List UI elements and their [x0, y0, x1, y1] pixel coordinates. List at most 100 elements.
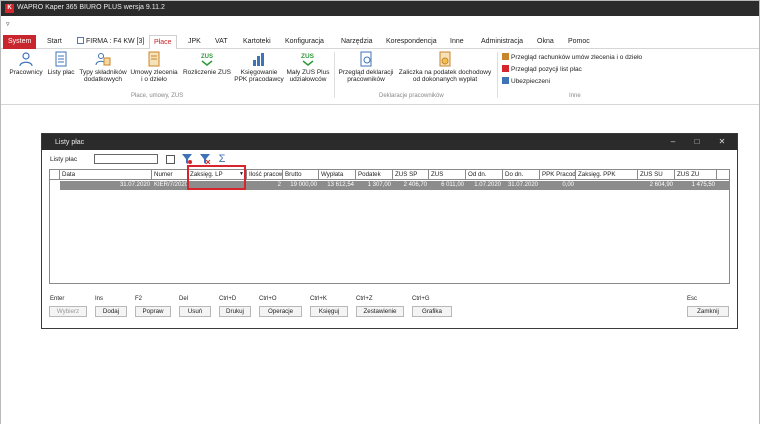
- col-header-zaksieg-ppk[interactable]: Zaksięg. PPK: [576, 170, 638, 180]
- menu-narzedzia[interactable]: Narzędzia: [341, 35, 373, 49]
- col-header-indicator: [50, 170, 60, 180]
- menu-firma[interactable]: FIRMA : F4 KW [3]: [77, 35, 144, 49]
- menu-konfiguracja[interactable]: Konfiguracja: [285, 35, 324, 49]
- menu-start[interactable]: Start: [47, 35, 62, 49]
- col-header-data[interactable]: Data: [60, 170, 152, 180]
- cell-ppk-pracodawcy: 0,00: [562, 182, 574, 188]
- typy-skladnikow-button[interactable]: Typy składników dodatkowych: [77, 51, 129, 83]
- menu-place[interactable]: Płace: [149, 35, 177, 50]
- col-header-zus[interactable]: ZUS: [429, 170, 466, 180]
- col-header-zus-sp[interactable]: ZUS SP: [393, 170, 429, 180]
- payroll-list-icon: [53, 51, 69, 67]
- umowy-zlecenia-button[interactable]: Umowy zlecenia i o dzieło: [129, 51, 179, 83]
- cell-data: 31.07.2020: [119, 182, 150, 188]
- menu-korespondencja[interactable]: Korespondencja: [386, 35, 437, 49]
- shortcut-ctrl-z: Ctrl+Z: [356, 296, 373, 302]
- column-highlight-frame: [187, 165, 246, 190]
- zus-settlement-icon: ZUS: [199, 51, 215, 67]
- listy-plac-button[interactable]: Listy płac: [45, 51, 77, 76]
- menu-inne[interactable]: Inne: [450, 35, 464, 49]
- maly-zus-plus-label2: udziałowców: [289, 76, 327, 83]
- group-label-place: Płace, umowy, ZUS: [131, 93, 184, 99]
- col-header-zus-zu[interactable]: ZUS ZU: [675, 170, 717, 180]
- menu-jpk[interactable]: JPK: [188, 35, 201, 49]
- maly-zus-plus-button[interactable]: ZUS Mały ZUS Plus udziałowców: [285, 51, 331, 83]
- ppk-booking-icon: [251, 51, 267, 67]
- shortcut-ctrl-k: Ctrl+K: [310, 296, 327, 302]
- quick-access-toolbar: ▿: [1, 16, 759, 34]
- col-header-ppk-pracodawcy[interactable]: PPK Pracodawcy: [540, 170, 576, 180]
- menu-okna[interactable]: Okna: [537, 35, 554, 49]
- zaliczka-podatek-button[interactable]: Zaliczka na podatek dochodowy od dokonan…: [395, 51, 495, 83]
- quick-access-dropdown-icon[interactable]: ▿: [6, 20, 10, 28]
- umowy-zlecenia-label2: i o dzieło: [141, 76, 167, 83]
- menu-system[interactable]: System: [3, 35, 37, 49]
- filter-label: Listy płac: [50, 156, 78, 163]
- listy-plac-dialog: Listy płac – □ ✕ Listy płac Σ Data Numer…: [41, 133, 738, 329]
- ribbon-separator: [334, 52, 335, 98]
- col-header-ilosc[interactable]: Ilość pracow: [247, 170, 283, 180]
- maximize-icon[interactable]: □: [690, 136, 704, 148]
- popraw-button[interactable]: Popraw: [135, 306, 171, 317]
- col-header-od-dn[interactable]: Od dn.: [466, 170, 503, 180]
- ksiegowanie-ppk-button[interactable]: Księgowanie PPK pracodawcy: [233, 51, 285, 83]
- pracownicy-button[interactable]: Pracownicy: [7, 51, 45, 76]
- zestawienie-button[interactable]: Zestawienie: [356, 306, 404, 317]
- zaliczka-podatek-label2: od dokonanych wypłat: [412, 76, 478, 83]
- wybierz-button[interactable]: Wybierz: [49, 306, 87, 317]
- shortcut-ctrl-o: Ctrl+O: [259, 296, 277, 302]
- cell-zus-zu: 1 475,50: [691, 182, 715, 188]
- shortcut-del: Del: [179, 296, 189, 302]
- przeglad-rachunkow-button[interactable]: Przegląd rachunków umów zlecenia i o dzi…: [502, 53, 642, 61]
- positions-icon: [502, 65, 509, 72]
- col-header-zus-su[interactable]: ZUS SU: [638, 170, 675, 180]
- col-header-brutto[interactable]: Brutto: [283, 170, 319, 180]
- group-label-deklaracje: Deklaracje pracowników: [379, 93, 444, 99]
- przeglad-pozycji-button[interactable]: Przegląd pozycji list płac: [502, 65, 582, 73]
- menu-vat[interactable]: VAT: [215, 35, 228, 49]
- cell-zaksieg-ppk: [576, 181, 638, 190]
- ksiegowanie-ppk-label1: Księgowanie: [240, 69, 278, 76]
- cell-zus-su: 2 604,90: [649, 182, 673, 188]
- rozliczenie-zus-button[interactable]: ZUS Rozliczenie ZUS: [181, 51, 233, 76]
- tax-advance-icon: [437, 51, 453, 67]
- row-indicator: [50, 181, 60, 190]
- cell-od-dn: 1.07.2020: [474, 182, 501, 188]
- menu-pomoc[interactable]: Pomoc: [568, 35, 590, 49]
- cell-numer: KIER/7/2020: [154, 182, 188, 188]
- rozliczenie-zus-label: Rozliczenie ZUS: [182, 69, 232, 76]
- col-header-wyplata[interactable]: Wypłata: [319, 170, 356, 180]
- drukuj-button[interactable]: Drukuj: [219, 306, 251, 317]
- przeglad-deklaracji-button[interactable]: Przegląd deklaracji pracowników: [337, 51, 395, 83]
- ksieguj-button[interactable]: Księguj: [310, 306, 348, 317]
- cell-ilosc: 2: [277, 182, 281, 188]
- col-header-podatek[interactable]: Podatek: [356, 170, 393, 180]
- grid-header: Data Numer Zaksięg. LP ▼ Ilość pracow Bru…: [50, 170, 729, 180]
- ubezpieczeni-button[interactable]: Ubezpieczeni: [502, 77, 550, 85]
- filter-checkbox[interactable]: [166, 155, 175, 164]
- menu-firma-label: FIRMA : F4 KW [3]: [86, 38, 145, 45]
- close-icon[interactable]: ✕: [715, 136, 729, 148]
- contracts-icon: [146, 51, 162, 67]
- grafika-button[interactable]: Grafika: [412, 306, 452, 317]
- typy-skladnikow-label2: dodatkowych: [84, 76, 122, 83]
- sum-icon[interactable]: Σ: [216, 153, 228, 165]
- przeglad-deklaracji-label2: pracowników: [347, 76, 385, 83]
- operacje-button[interactable]: Operacje: [259, 306, 302, 317]
- filter-icon[interactable]: [181, 153, 193, 165]
- filter-input[interactable]: [94, 154, 158, 164]
- menu-kartoteki[interactable]: Kartoteki: [243, 35, 271, 49]
- zamknij-button[interactable]: Zamknij: [687, 306, 729, 317]
- zaliczka-podatek-label1: Zaliczka na podatek dochodowy: [398, 69, 492, 76]
- window-title: WAPRO Kaper 365 BIURO PLUS wersja 9.11.2: [17, 4, 165, 11]
- menu-administracja[interactable]: Administracja: [481, 35, 523, 49]
- cell-zus-sp: 2 406,70: [403, 182, 427, 188]
- dodaj-button[interactable]: Dodaj: [95, 306, 127, 317]
- col-header-numer[interactable]: Numer: [152, 170, 188, 180]
- minimize-icon[interactable]: –: [666, 136, 680, 148]
- shortcut-ctrl-d: Ctrl+D: [219, 296, 237, 302]
- filter-clear-icon[interactable]: [199, 153, 211, 165]
- col-header-do-dn[interactable]: Do dn.: [503, 170, 540, 180]
- usun-button[interactable]: Usuń: [179, 306, 211, 317]
- table-row[interactable]: 31.07.2020 KIER/7/2020 2 19 000,00 13 61…: [50, 181, 729, 190]
